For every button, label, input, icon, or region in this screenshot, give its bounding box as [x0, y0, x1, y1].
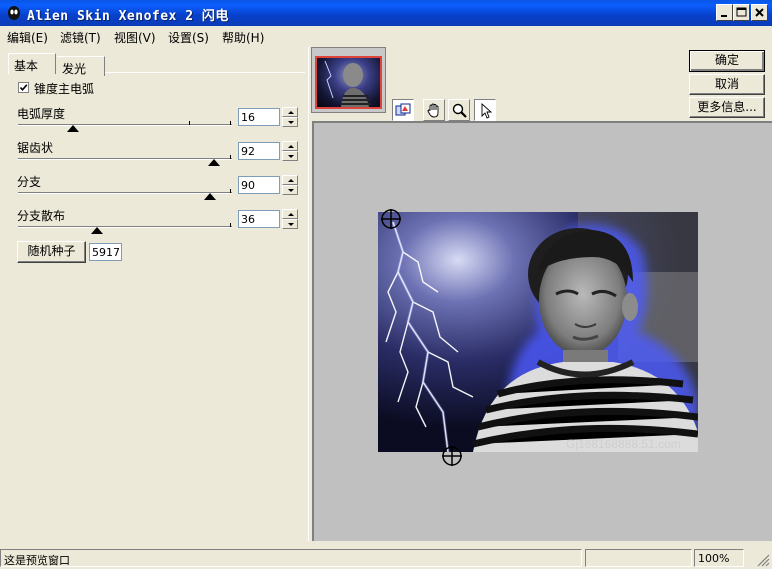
minimize-icon: [721, 15, 727, 17]
arc-thickness-input[interactable]: 16: [238, 108, 280, 126]
watermark-text: Gj168168888.51.com: [566, 437, 681, 451]
branch-thumb[interactable]: [204, 193, 216, 200]
jaggedness-thumb[interactable]: [208, 159, 220, 166]
jaggedness-track[interactable]: [18, 158, 232, 160]
spin-up-icon[interactable]: [282, 141, 298, 151]
taper-main-arc-label: 锥度主电弧: [34, 82, 95, 96]
slider-tick: [230, 223, 231, 227]
branch-label: 分支: [17, 175, 42, 189]
branch-input[interactable]: 90: [238, 176, 280, 194]
ok-button[interactable]: 确定: [689, 50, 765, 72]
pointer-tool-button[interactable]: [474, 99, 496, 121]
random-seed-button[interactable]: 随机种子: [17, 241, 86, 263]
spin-up-icon[interactable]: [282, 209, 298, 219]
thumbnail-image: [315, 56, 382, 109]
zoom-tool-button[interactable]: [448, 99, 470, 121]
compare-icon: [395, 103, 411, 116]
alien-skin-logo-icon: [8, 6, 20, 20]
spin-down-icon[interactable]: [282, 151, 298, 161]
hand-icon: [427, 103, 439, 118]
arrow-pointer-icon: [481, 102, 493, 119]
minimize-button[interactable]: [716, 4, 733, 21]
branch-track[interactable]: [18, 192, 232, 194]
tab-divider: [105, 72, 305, 73]
spin-up-icon[interactable]: [282, 107, 298, 117]
close-button[interactable]: [751, 4, 768, 21]
slider-tick: [189, 121, 190, 125]
magnifier-icon: [452, 103, 467, 118]
cancel-button[interactable]: 取消: [689, 74, 765, 95]
panel-divider: [308, 47, 309, 541]
lightning-end-crosshair-icon[interactable]: [441, 445, 463, 467]
arc-thickness-track[interactable]: [18, 124, 232, 126]
branch-spread-input[interactable]: 36: [238, 210, 280, 228]
resize-grip-icon[interactable]: [756, 553, 770, 567]
compare-tool-button[interactable]: [392, 99, 414, 121]
jaggedness-spinner[interactable]: [282, 141, 298, 161]
menu-help[interactable]: 帮助(H): [220, 29, 266, 46]
branch-spread-label: 分支散布: [17, 209, 66, 223]
arc-thickness-label: 电弧厚度: [17, 107, 66, 121]
preview-photo-svg: Gj168168888.51.com: [378, 212, 698, 452]
tab-basic[interactable]: 基本: [8, 53, 56, 74]
branch-spread-thumb[interactable]: [91, 227, 103, 234]
jaggedness-label: 锯齿状: [17, 141, 54, 155]
maximize-icon: [736, 7, 747, 17]
tab-glow[interactable]: 发光: [57, 56, 105, 76]
slider-tick: [230, 189, 231, 193]
slider-tick: [230, 121, 231, 125]
close-icon: [755, 8, 764, 17]
menu-view[interactable]: 视图(V): [112, 29, 158, 46]
branch-spinner[interactable]: [282, 175, 298, 195]
jaggedness-input[interactable]: 92: [238, 142, 280, 160]
more-info-button[interactable]: 更多信息...: [689, 97, 765, 118]
branch-spread-track[interactable]: [18, 226, 232, 228]
navigator-thumbnail[interactable]: [311, 47, 386, 113]
hand-tool-button[interactable]: [423, 99, 445, 121]
slider-tick: [230, 155, 231, 159]
window-title: Alien Skin Xenofex 2 闪电: [27, 9, 229, 24]
branch-spread-spinner[interactable]: [282, 209, 298, 229]
maximize-button[interactable]: [733, 4, 750, 21]
menu-settings[interactable]: 设置(S): [166, 29, 211, 46]
arc-thickness-thumb[interactable]: [67, 125, 79, 132]
check-icon: [19, 84, 28, 92]
arc-thickness-spinner[interactable]: [282, 107, 298, 127]
taper-main-arc-checkbox[interactable]: [18, 82, 29, 93]
title-bar[interactable]: Alien Skin Xenofex 2 闪电: [0, 0, 772, 26]
status-bar: 这是预览窗口 100%: [0, 547, 772, 569]
status-message: 这是预览窗口: [0, 549, 582, 567]
spin-up-icon[interactable]: [282, 175, 298, 185]
menu-edit[interactable]: 编辑(E): [5, 29, 50, 46]
menu-filter[interactable]: 滤镜(T): [58, 29, 103, 46]
spin-down-icon[interactable]: [282, 117, 298, 127]
menu-bar: 编辑(E) 滤镜(T) 视图(V) 设置(S) 帮助(H): [0, 28, 772, 46]
seed-input[interactable]: 5917: [89, 243, 122, 261]
status-pane-empty: [585, 549, 692, 567]
spin-down-icon[interactable]: [282, 185, 298, 195]
thumbnail-portrait: [324, 60, 371, 107]
zoom-level: 100%: [694, 549, 744, 567]
lightning-start-crosshair-icon[interactable]: [380, 208, 402, 230]
preview-image: Gj168168888.51.com: [378, 212, 698, 452]
spin-down-icon[interactable]: [282, 219, 298, 229]
